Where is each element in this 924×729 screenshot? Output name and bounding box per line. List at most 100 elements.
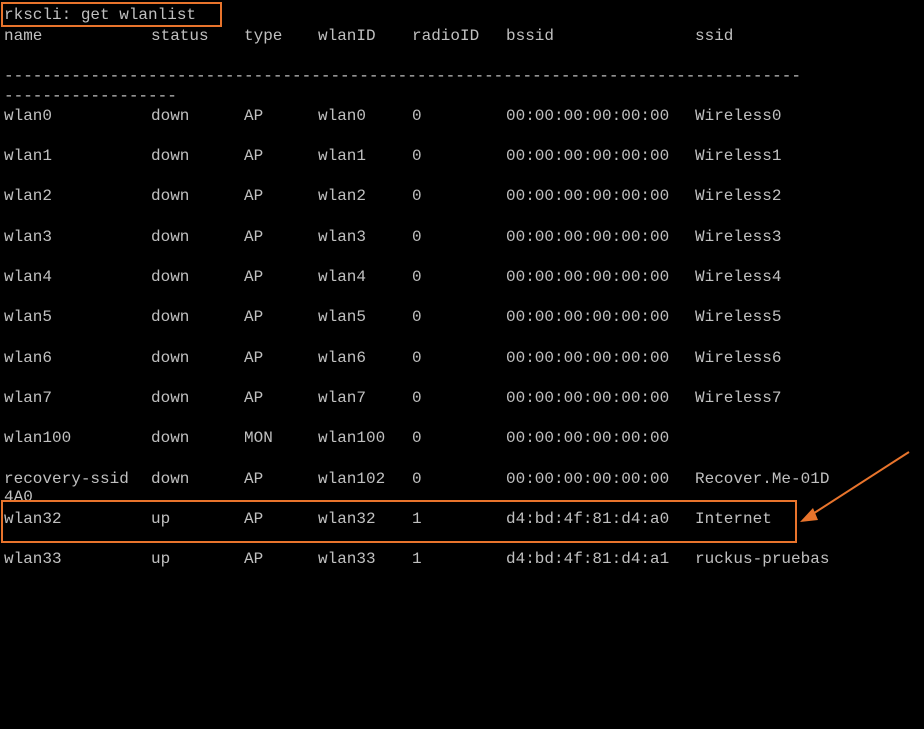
table-row: wlan4 down AP wlan4 0 00:00:00:00:00:00 … [4,267,781,287]
row-radioid: 0 [412,470,422,488]
row-wlanid: wlan3 [318,228,367,246]
separator-line: ----------------------------------------… [4,66,801,86]
row-ssid: Wireless0 [695,107,782,125]
row-bssid: 00:00:00:00:00:00 [506,187,670,205]
table-row: wlan2 down AP wlan2 0 00:00:00:00:00:00 … [4,186,781,206]
row-status: down [151,228,190,246]
row-status: down [151,470,190,488]
table-row: wlan1 down AP wlan1 0 00:00:00:00:00:00 … [4,146,781,166]
header-ssid: ssid [695,27,734,45]
header-status: status [151,27,209,45]
header-bssid: bssid [506,27,555,45]
row-ssid: Wireless2 [695,187,782,205]
row-wlanid: wlan2 [318,187,367,205]
row-ssid: Wireless1 [695,147,782,165]
row-radioid: 0 [412,147,422,165]
row-type: AP [244,268,264,286]
row-bssid: 00:00:00:00:00:00 [506,228,670,246]
row-wlanid: wlan0 [318,107,367,125]
row-radioid: 1 [412,550,422,568]
header-name: name [4,27,43,45]
table-row: wlan100 down MON wlan100 0 00:00:00:00:0… [4,428,669,448]
row-status: down [151,349,190,367]
row-bssid: 00:00:00:00:00:00 [506,268,670,286]
row-name: wlan6 [4,349,53,367]
row-radioid: 0 [412,228,422,246]
row-name: wlan4 [4,268,53,286]
table-row: wlan3 down AP wlan3 0 00:00:00:00:00:00 … [4,227,781,247]
row-radioid: 0 [412,268,422,286]
row-status: down [151,147,190,165]
row-name: wlan33 [4,550,62,568]
row-type: MON [244,429,273,447]
table-row: recovery-ssid down AP wlan102 0 00:00:00… [4,469,829,489]
table-header: name status type wlanID radioID bssid ss… [4,26,733,46]
header-type: type [244,27,283,45]
row-bssid: 00:00:00:00:00:00 [506,389,670,407]
row-radioid: 0 [412,349,422,367]
row-status: up [151,550,171,568]
row-wlanid: wlan5 [318,308,367,326]
row-status: down [151,107,190,125]
row-wlanid: wlan33 [318,550,376,568]
row-radioid: 0 [412,389,422,407]
separator-text: ----------------------------------------… [4,67,801,85]
row-type: AP [244,550,264,568]
row-ssid: Wireless6 [695,349,782,367]
table-row: wlan6 down AP wlan6 0 00:00:00:00:00:00 … [4,348,781,368]
row-wlanid: wlan100 [318,429,386,447]
row-status: down [151,308,190,326]
row-radioid: 0 [412,107,422,125]
row-status: down [151,429,190,447]
row-status: down [151,389,190,407]
row-name: wlan7 [4,389,53,407]
row-type: AP [244,389,264,407]
row-name: wlan1 [4,147,53,165]
row-highlight-box [1,500,797,543]
row-radioid: 0 [412,429,422,447]
row-radioid: 0 [412,187,422,205]
header-radioid: radioID [412,27,480,45]
row-type: AP [244,147,264,165]
row-radioid: 0 [412,308,422,326]
table-row: wlan5 down AP wlan5 0 00:00:00:00:00:00 … [4,307,781,327]
row-status: down [151,268,190,286]
row-wlanid: wlan7 [318,389,367,407]
row-wlanid: wlan6 [318,349,367,367]
row-bssid: 00:00:00:00:00:00 [506,147,670,165]
terminal-window[interactable]: rkscli: get wlanlist name status type wl… [0,0,924,586]
row-ssid: Wireless5 [695,308,782,326]
row-ssid: Wireless4 [695,268,782,286]
row-ssid: Wireless7 [695,389,782,407]
row-type: AP [244,308,264,326]
header-wlanid: wlanID [318,27,376,45]
row-name: wlan3 [4,228,53,246]
row-ssid: Wireless3 [695,228,782,246]
arrow-head [800,508,818,522]
row-ssid: Recover.Me-01D [695,470,830,488]
row-name: wlan5 [4,308,53,326]
row-type: AP [244,228,264,246]
row-ssid: ruckus-pruebas [695,550,830,568]
command-highlight-box [1,2,222,27]
table-row: wlan0 down AP wlan0 0 00:00:00:00:00:00 … [4,106,781,126]
row-bssid: 00:00:00:00:00:00 [506,107,670,125]
row-status: down [151,187,190,205]
separator-line-wrap: ------------------ [4,86,177,106]
row-wlanid: wlan1 [318,147,367,165]
row-bssid: 00:00:00:00:00:00 [506,470,670,488]
row-type: AP [244,470,264,488]
row-name: wlan0 [4,107,53,125]
row-type: AP [244,349,264,367]
row-bssid: 00:00:00:00:00:00 [506,349,670,367]
row-bssid: d4:bd:4f:81:d4:a1 [506,550,670,568]
table-row: wlan33 up AP wlan33 1 d4:bd:4f:81:d4:a1 … [4,549,829,569]
row-wlanid: wlan102 [318,470,386,488]
row-type: AP [244,107,264,125]
row-bssid: 00:00:00:00:00:00 [506,429,670,447]
row-name: recovery-ssid [4,470,129,488]
row-type: AP [244,187,264,205]
row-name: wlan100 [4,429,72,447]
separator-text-wrap: ------------------ [4,87,177,105]
row-wlanid: wlan4 [318,268,367,286]
